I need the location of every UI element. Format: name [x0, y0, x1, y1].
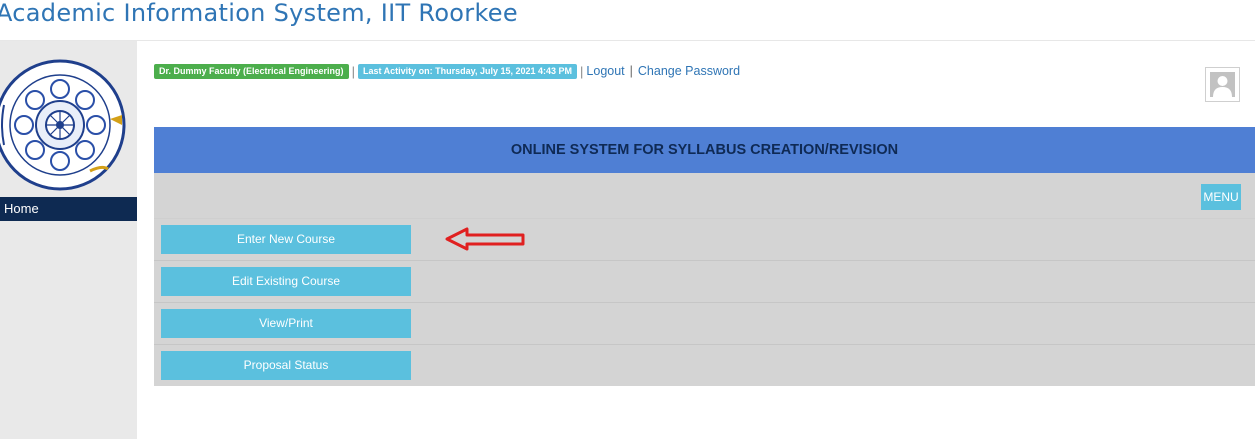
sidebar: Home: [0, 41, 137, 439]
separator: |: [580, 63, 584, 79]
action-row: View/Print: [154, 302, 1255, 344]
enter-new-course-button[interactable]: Enter New Course: [161, 225, 411, 254]
banner-title: ONLINE SYSTEM FOR SYLLABUS CREATION/REVI…: [510, 142, 899, 158]
toolbar: MENU: [154, 173, 1255, 218]
app-title: Academic Information System, IIT Roorkee: [0, 0, 518, 27]
menu-button[interactable]: MENU: [1201, 184, 1241, 210]
iit-roorkee-emblem-icon: [0, 49, 137, 199]
avatar[interactable]: [1205, 67, 1240, 102]
link-separator: |: [629, 64, 633, 78]
sidebar-item-home[interactable]: Home: [0, 197, 137, 221]
last-activity-badge: Last Activity on: Thursday, July 15, 202…: [357, 63, 578, 79]
status-bar: Dr. Dummy Faculty (Electrical Engineerin…: [154, 63, 740, 79]
action-row: Proposal Status: [154, 344, 1255, 386]
action-row: Edit Existing Course: [154, 260, 1255, 302]
view-print-button[interactable]: View/Print: [161, 309, 411, 338]
separator: |: [351, 63, 355, 79]
user-badge: Dr. Dummy Faculty (Electrical Engineerin…: [154, 63, 349, 79]
user-avatar-icon: [1210, 72, 1235, 97]
logout-link[interactable]: Logout: [586, 64, 624, 78]
action-row: Enter New Course: [154, 218, 1255, 260]
action-list: Enter New Course Edit Existing Course Vi…: [154, 218, 1255, 386]
edit-existing-course-button[interactable]: Edit Existing Course: [161, 267, 411, 296]
title-divider: [0, 40, 1255, 41]
page-banner: ONLINE SYSTEM FOR SYLLABUS CREATION/REVI…: [154, 127, 1255, 173]
change-password-link[interactable]: Change Password: [638, 64, 740, 78]
proposal-status-button[interactable]: Proposal Status: [161, 351, 411, 380]
left-arrow-icon: [445, 227, 527, 251]
